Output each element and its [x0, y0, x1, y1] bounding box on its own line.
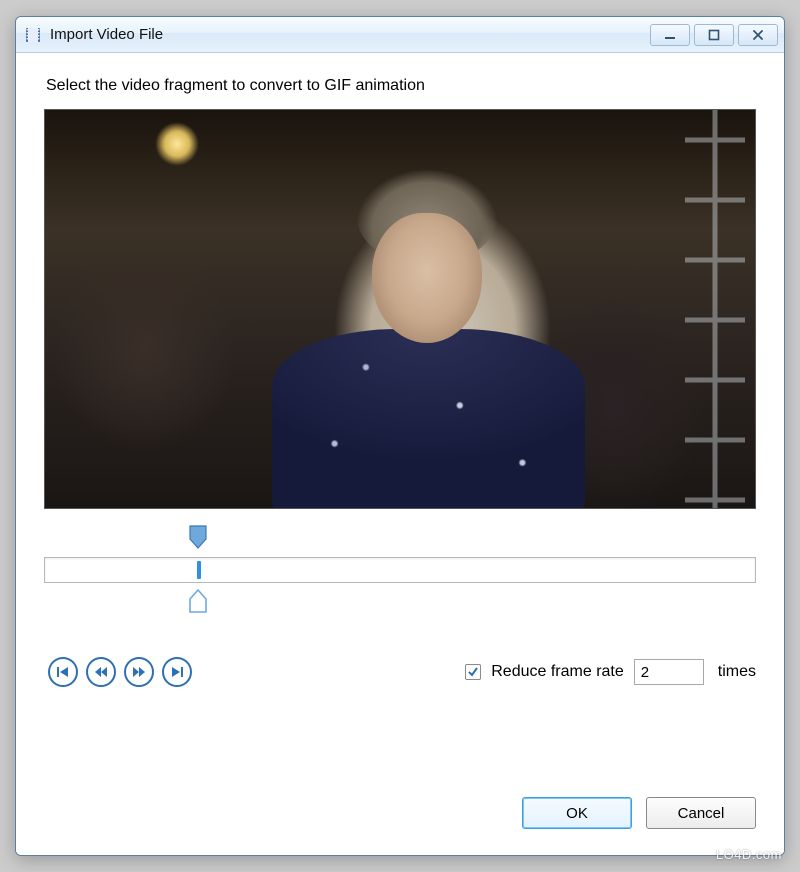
ok-button-label: OK: [566, 805, 588, 822]
skip-first-button[interactable]: [48, 657, 78, 687]
playback-controls: [44, 657, 192, 687]
minimize-button[interactable]: [650, 24, 690, 46]
reduce-framerate-suffix: times: [718, 663, 756, 681]
playhead[interactable]: [197, 561, 201, 579]
maximize-button[interactable]: [694, 24, 734, 46]
preview-person-body: [272, 329, 584, 509]
fast-forward-icon: [132, 665, 146, 679]
reduce-framerate-group: Reduce frame rate times: [465, 659, 756, 685]
window-buttons: [650, 24, 780, 46]
reduce-framerate-checkbox[interactable]: [465, 664, 481, 680]
instruction-text: Select the video fragment to convert to …: [46, 77, 756, 95]
timeline-track[interactable]: [44, 557, 756, 583]
dialog-window: Import Video File Select the video fragm…: [15, 16, 785, 856]
timeline: [44, 525, 756, 617]
skip-last-icon: [170, 665, 184, 679]
rewind-button[interactable]: [86, 657, 116, 687]
dialog-buttons: OK Cancel: [44, 769, 756, 835]
preview-light: [155, 122, 199, 166]
skip-last-button[interactable]: [162, 657, 192, 687]
video-preview[interactable]: [44, 109, 756, 509]
titlebar[interactable]: Import Video File: [16, 17, 784, 53]
controls-row: Reduce frame rate times: [44, 657, 756, 687]
film-icon: [24, 26, 42, 44]
range-start-handle[interactable]: [188, 525, 208, 549]
rewind-icon: [94, 665, 108, 679]
range-end-handle[interactable]: [188, 589, 208, 613]
cancel-button[interactable]: Cancel: [646, 797, 756, 829]
window-title: Import Video File: [50, 26, 650, 43]
check-icon: [467, 666, 479, 678]
preview-person-head: [372, 213, 482, 343]
cancel-button-label: Cancel: [678, 805, 725, 822]
reduce-framerate-label: Reduce frame rate: [491, 663, 624, 681]
client-area: Select the video fragment to convert to …: [16, 53, 784, 855]
reduce-framerate-input[interactable]: [634, 659, 704, 685]
close-button[interactable]: [738, 24, 778, 46]
preview-truss: [685, 110, 745, 508]
skip-first-icon: [56, 665, 70, 679]
ok-button[interactable]: OK: [522, 797, 632, 829]
forward-button[interactable]: [124, 657, 154, 687]
